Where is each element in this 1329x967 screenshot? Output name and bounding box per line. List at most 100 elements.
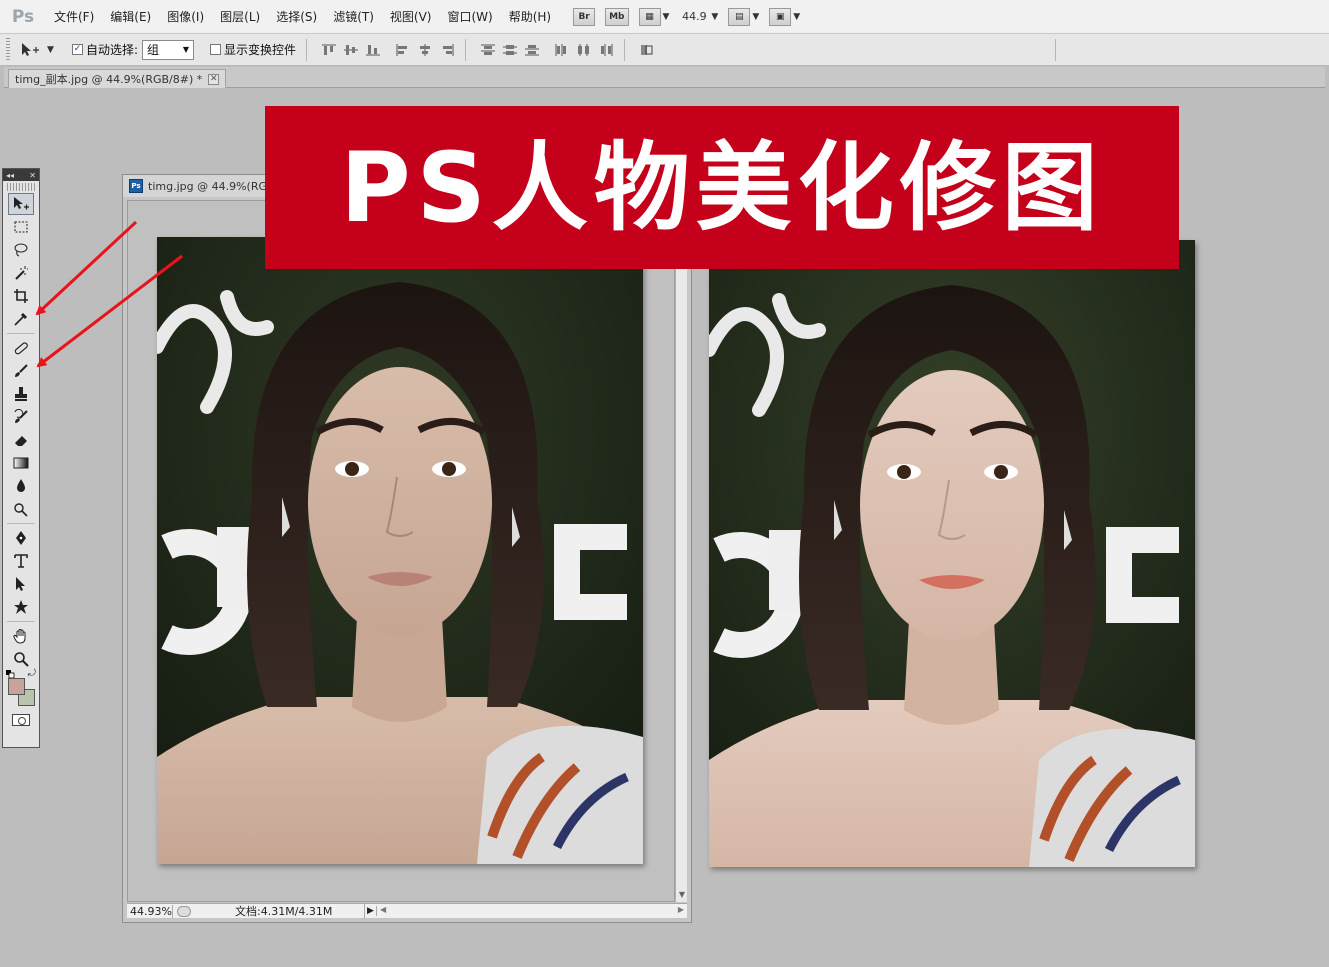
zoom-level-dropdown[interactable]: 44.9 ▼ <box>679 10 718 23</box>
scroll-left-icon[interactable]: ◀ <box>380 905 386 914</box>
scroll-down-icon[interactable]: ▼ <box>676 890 688 902</box>
mini-bridge-button[interactable]: Mb <box>605 7 629 26</box>
menu-view[interactable]: 视图(V) <box>382 0 440 34</box>
arrange-icon: ▤ <box>728 7 751 26</box>
arrange-documents-button[interactable]: ▤ ▼ <box>728 7 760 26</box>
hand-tool[interactable] <box>8 625 34 647</box>
horizontal-scrollbar[interactable]: ◀ ▶ <box>377 905 687 918</box>
close-icon[interactable]: ✕ <box>208 73 220 85</box>
pen-icon <box>16 531 26 545</box>
type-icon <box>14 554 28 568</box>
menu-edit[interactable]: 编辑(E) <box>102 0 159 34</box>
distribute-horizontal-center-icon[interactable] <box>576 43 592 57</box>
distribute-right-icon[interactable] <box>598 43 614 57</box>
show-transform-label: 显示变换控件 <box>224 43 297 57</box>
brush-tool[interactable] <box>8 360 34 382</box>
auto-select-label: 自动选择: <box>86 43 139 57</box>
bandage-icon <box>14 342 28 355</box>
align-horizontal-center-icon[interactable] <box>417 43 433 57</box>
lasso-icon <box>14 243 28 257</box>
status-zoom[interactable]: 44.93% <box>127 904 173 918</box>
bridge-button[interactable]: Br <box>573 7 596 26</box>
tab-timg-copy[interactable]: timg_副本.jpg @ 44.9%(RGB/8#) * ✕ <box>8 69 227 88</box>
align-right-icon[interactable] <box>439 43 455 57</box>
collapse-icon[interactable]: ◂◂ <box>6 171 14 180</box>
pen-tool[interactable] <box>8 527 34 549</box>
tool-preset-picker[interactable]: ▼ <box>20 42 60 58</box>
status-info-icon[interactable] <box>177 905 191 917</box>
divider <box>465 38 467 61</box>
lasso-tool[interactable] <box>8 239 34 261</box>
dodge-tool[interactable] <box>8 498 34 520</box>
document-tab-bar: timg_副本.jpg @ 44.9%(RGB/8#) * ✕ <box>4 67 1325 88</box>
magnifier-icon <box>14 652 29 667</box>
distribute-bottom-icon[interactable] <box>524 43 540 57</box>
options-bar-grip[interactable] <box>6 37 10 62</box>
photo-before <box>157 237 643 864</box>
status-document-size: 文档:4.31M/4.31M <box>195 903 365 919</box>
swap-colors-icon[interactable]: ⤾ <box>28 668 36 679</box>
clone-stamp-tool[interactable] <box>8 383 34 405</box>
default-colors-icon[interactable] <box>6 670 15 678</box>
menu-file[interactable]: 文件(F) <box>46 0 102 34</box>
auto-align-layers <box>639 43 655 57</box>
auto-select-mode-select[interactable]: 组 ▼ <box>142 39 195 60</box>
marquee-tool[interactable] <box>8 216 34 238</box>
distribute-vertical-center-icon[interactable] <box>502 43 518 57</box>
vertical-scrollbar[interactable]: ▲ ▼ <box>675 200 687 902</box>
spot-healing-tool[interactable] <box>8 337 34 359</box>
eraser-tool[interactable] <box>8 429 34 451</box>
path-selection-icon <box>16 577 25 591</box>
move-tool[interactable] <box>8 193 34 215</box>
screen-mode-button[interactable]: ▣ ▼ <box>769 7 800 26</box>
tab-title: timg_副本.jpg @ 44.9%(RGB/8#) * <box>15 73 203 86</box>
close-icon[interactable]: ✕ <box>29 171 36 180</box>
scroll-right-icon[interactable]: ▶ <box>678 905 684 914</box>
menu-select[interactable]: 选择(S) <box>268 0 325 34</box>
auto-align-layers-icon[interactable] <box>639 43 655 57</box>
quick-selection-tool[interactable] <box>8 262 34 284</box>
chevron-down-icon: ▼ <box>47 44 54 55</box>
tools-panel-grip[interactable] <box>7 183 35 191</box>
show-transform-option[interactable]: 显示变换控件 <box>210 41 296 58</box>
menu-filter[interactable]: 滤镜(T) <box>325 0 382 34</box>
align-vertical-center-icon[interactable] <box>343 43 359 57</box>
gradient-tool[interactable] <box>8 452 34 474</box>
quick-mask-button[interactable] <box>12 714 30 726</box>
menu-image[interactable]: 图像(I) <box>159 0 212 34</box>
move-tool-icon <box>14 197 29 210</box>
show-transform-checkbox[interactable] <box>210 44 222 55</box>
foreground-color[interactable] <box>8 678 25 695</box>
auto-select-checkbox[interactable]: ✓ <box>72 44 83 55</box>
blur-tool[interactable] <box>8 475 34 497</box>
gradient-icon <box>13 457 29 469</box>
photo-after <box>709 240 1195 867</box>
view-extras-button[interactable]: ▦ ▼ <box>638 7 669 26</box>
history-brush-tool[interactable] <box>8 406 34 428</box>
crop-tool[interactable] <box>8 285 34 307</box>
portrait-after-image <box>709 240 1195 867</box>
eyedropper-icon <box>14 312 28 326</box>
menu-layer[interactable]: 图层(L) <box>212 0 268 34</box>
menu-help[interactable]: 帮助(H) <box>501 0 559 34</box>
distribute-top-icon[interactable] <box>480 43 496 57</box>
status-menu-arrow-icon[interactable]: ▶ <box>365 906 377 916</box>
type-tool[interactable] <box>8 550 34 572</box>
tools-panel-header[interactable]: ◂◂ ✕ <box>3 169 39 181</box>
divider <box>624 38 626 61</box>
path-selection-tool[interactable] <box>8 573 34 595</box>
align-bottom-icon[interactable] <box>365 43 381 57</box>
rectangular-marquee-icon <box>14 221 28 233</box>
align-top-icon[interactable] <box>321 43 337 57</box>
color-swatches: ⤾ <box>6 668 36 708</box>
eyedropper-tool[interactable] <box>8 308 34 330</box>
chevron-down-icon: ▼ <box>752 11 760 22</box>
align-left-icon[interactable] <box>395 43 411 57</box>
distribute-left-icon[interactable] <box>554 43 570 57</box>
menu-window[interactable]: 窗口(W) <box>439 0 500 34</box>
brush-icon <box>15 364 28 377</box>
zoom-tool[interactable] <box>8 648 34 670</box>
divider <box>7 523 35 524</box>
auto-select-option[interactable]: ✓ 自动选择: <box>72 41 138 58</box>
custom-shape-tool[interactable] <box>8 596 34 618</box>
